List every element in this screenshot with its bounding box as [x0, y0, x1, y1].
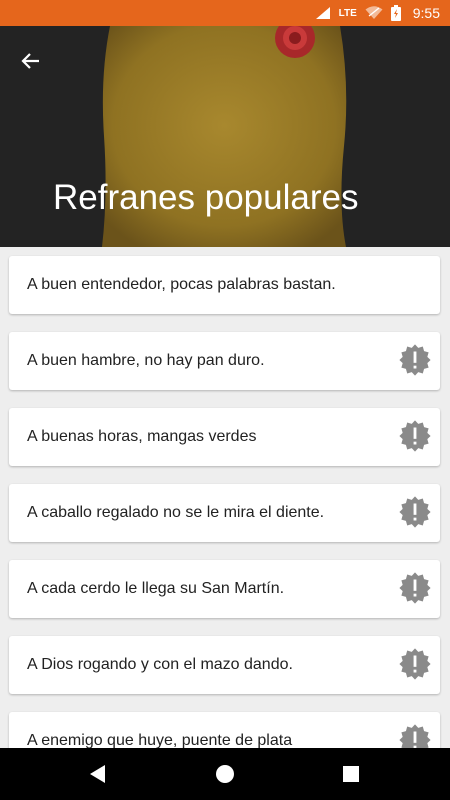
status-bar: LTE 9:55: [0, 0, 450, 26]
list-item[interactable]: A buen hambre, no hay pan duro.: [9, 332, 440, 390]
system-nav-bar: [0, 748, 450, 800]
alert-badge-icon[interactable]: [398, 343, 432, 377]
alert-badge-icon[interactable]: [398, 571, 432, 605]
proverb-text: A buen hambre, no hay pan duro.: [27, 352, 265, 369]
proverb-text: A buenas horas, mangas verdes: [27, 428, 257, 445]
proverb-text: A enemigo que huye, puente de plata: [27, 732, 293, 748]
list-item[interactable]: A buen entendedor, pocas palabras bastan…: [9, 256, 440, 314]
proverb-text: A cada cerdo le llega su San Martín.: [27, 580, 285, 597]
proverb-text: A buen entendedor, pocas palabras bastan…: [27, 276, 336, 293]
home-circle-icon[interactable]: [212, 761, 238, 787]
app-header: Refranes populares: [0, 26, 450, 247]
alert-badge-icon[interactable]: [398, 419, 432, 453]
proverb-text: A Dios rogando y con el mazo dando.: [27, 656, 293, 673]
alert-badge-icon[interactable]: [398, 647, 432, 681]
battery-icon: [390, 5, 401, 21]
arrow-back-icon: [21, 53, 39, 69]
back-button[interactable]: [14, 44, 48, 78]
network-type: LTE: [338, 7, 357, 19]
alert-badge-icon[interactable]: [398, 723, 432, 748]
list-item[interactable]: A enemigo que huye, puente de plata: [9, 712, 440, 748]
proverb-list[interactable]: A buen entendedor, pocas palabras bastan…: [0, 247, 450, 748]
list-item[interactable]: A cada cerdo le llega su San Martín.: [9, 560, 440, 618]
recents-square-icon[interactable]: [338, 761, 364, 787]
list-item[interactable]: A Dios rogando y con el mazo dando.: [9, 636, 440, 694]
back-triangle-icon[interactable]: [85, 761, 111, 787]
page-title: Refranes populares: [53, 178, 359, 217]
proverb-text: A caballo regalado no se le mira el dien…: [27, 504, 325, 521]
wifi-icon: [365, 6, 383, 20]
alert-badge-icon[interactable]: [398, 495, 432, 529]
list-item[interactable]: A caballo regalado no se le mira el dien…: [9, 484, 440, 542]
list-item[interactable]: A buenas horas, mangas verdes: [9, 408, 440, 466]
clock: 9:55: [412, 5, 440, 21]
signal-icon: [315, 6, 331, 20]
